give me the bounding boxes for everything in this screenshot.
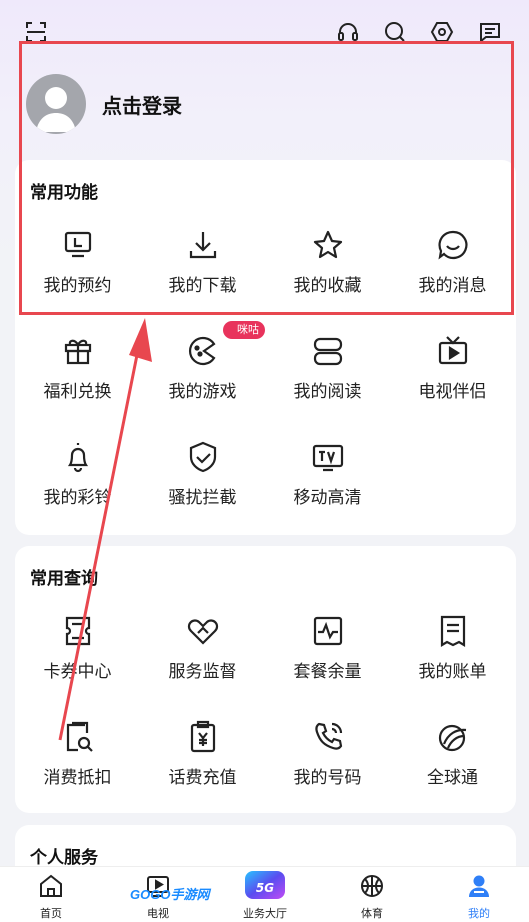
tab-mine[interactable]: 我的 [444, 873, 514, 921]
tab-home[interactable]: 首页 [16, 873, 86, 921]
5g-label: 5G [255, 881, 275, 895]
tab-business-hall[interactable]: 5G 业务大厅 [230, 871, 300, 921]
tab-sports[interactable]: 体育 [337, 873, 407, 921]
watermark: GOGO手游网 [130, 887, 210, 902]
annotation-arrow [58, 318, 152, 741]
basketball-icon [361, 875, 383, 897]
user-icon [469, 875, 489, 897]
home-icon [40, 874, 62, 897]
bottom-tab-bar: 首页 电视 5G 业务大厅 体育 我的 [0, 866, 529, 922]
